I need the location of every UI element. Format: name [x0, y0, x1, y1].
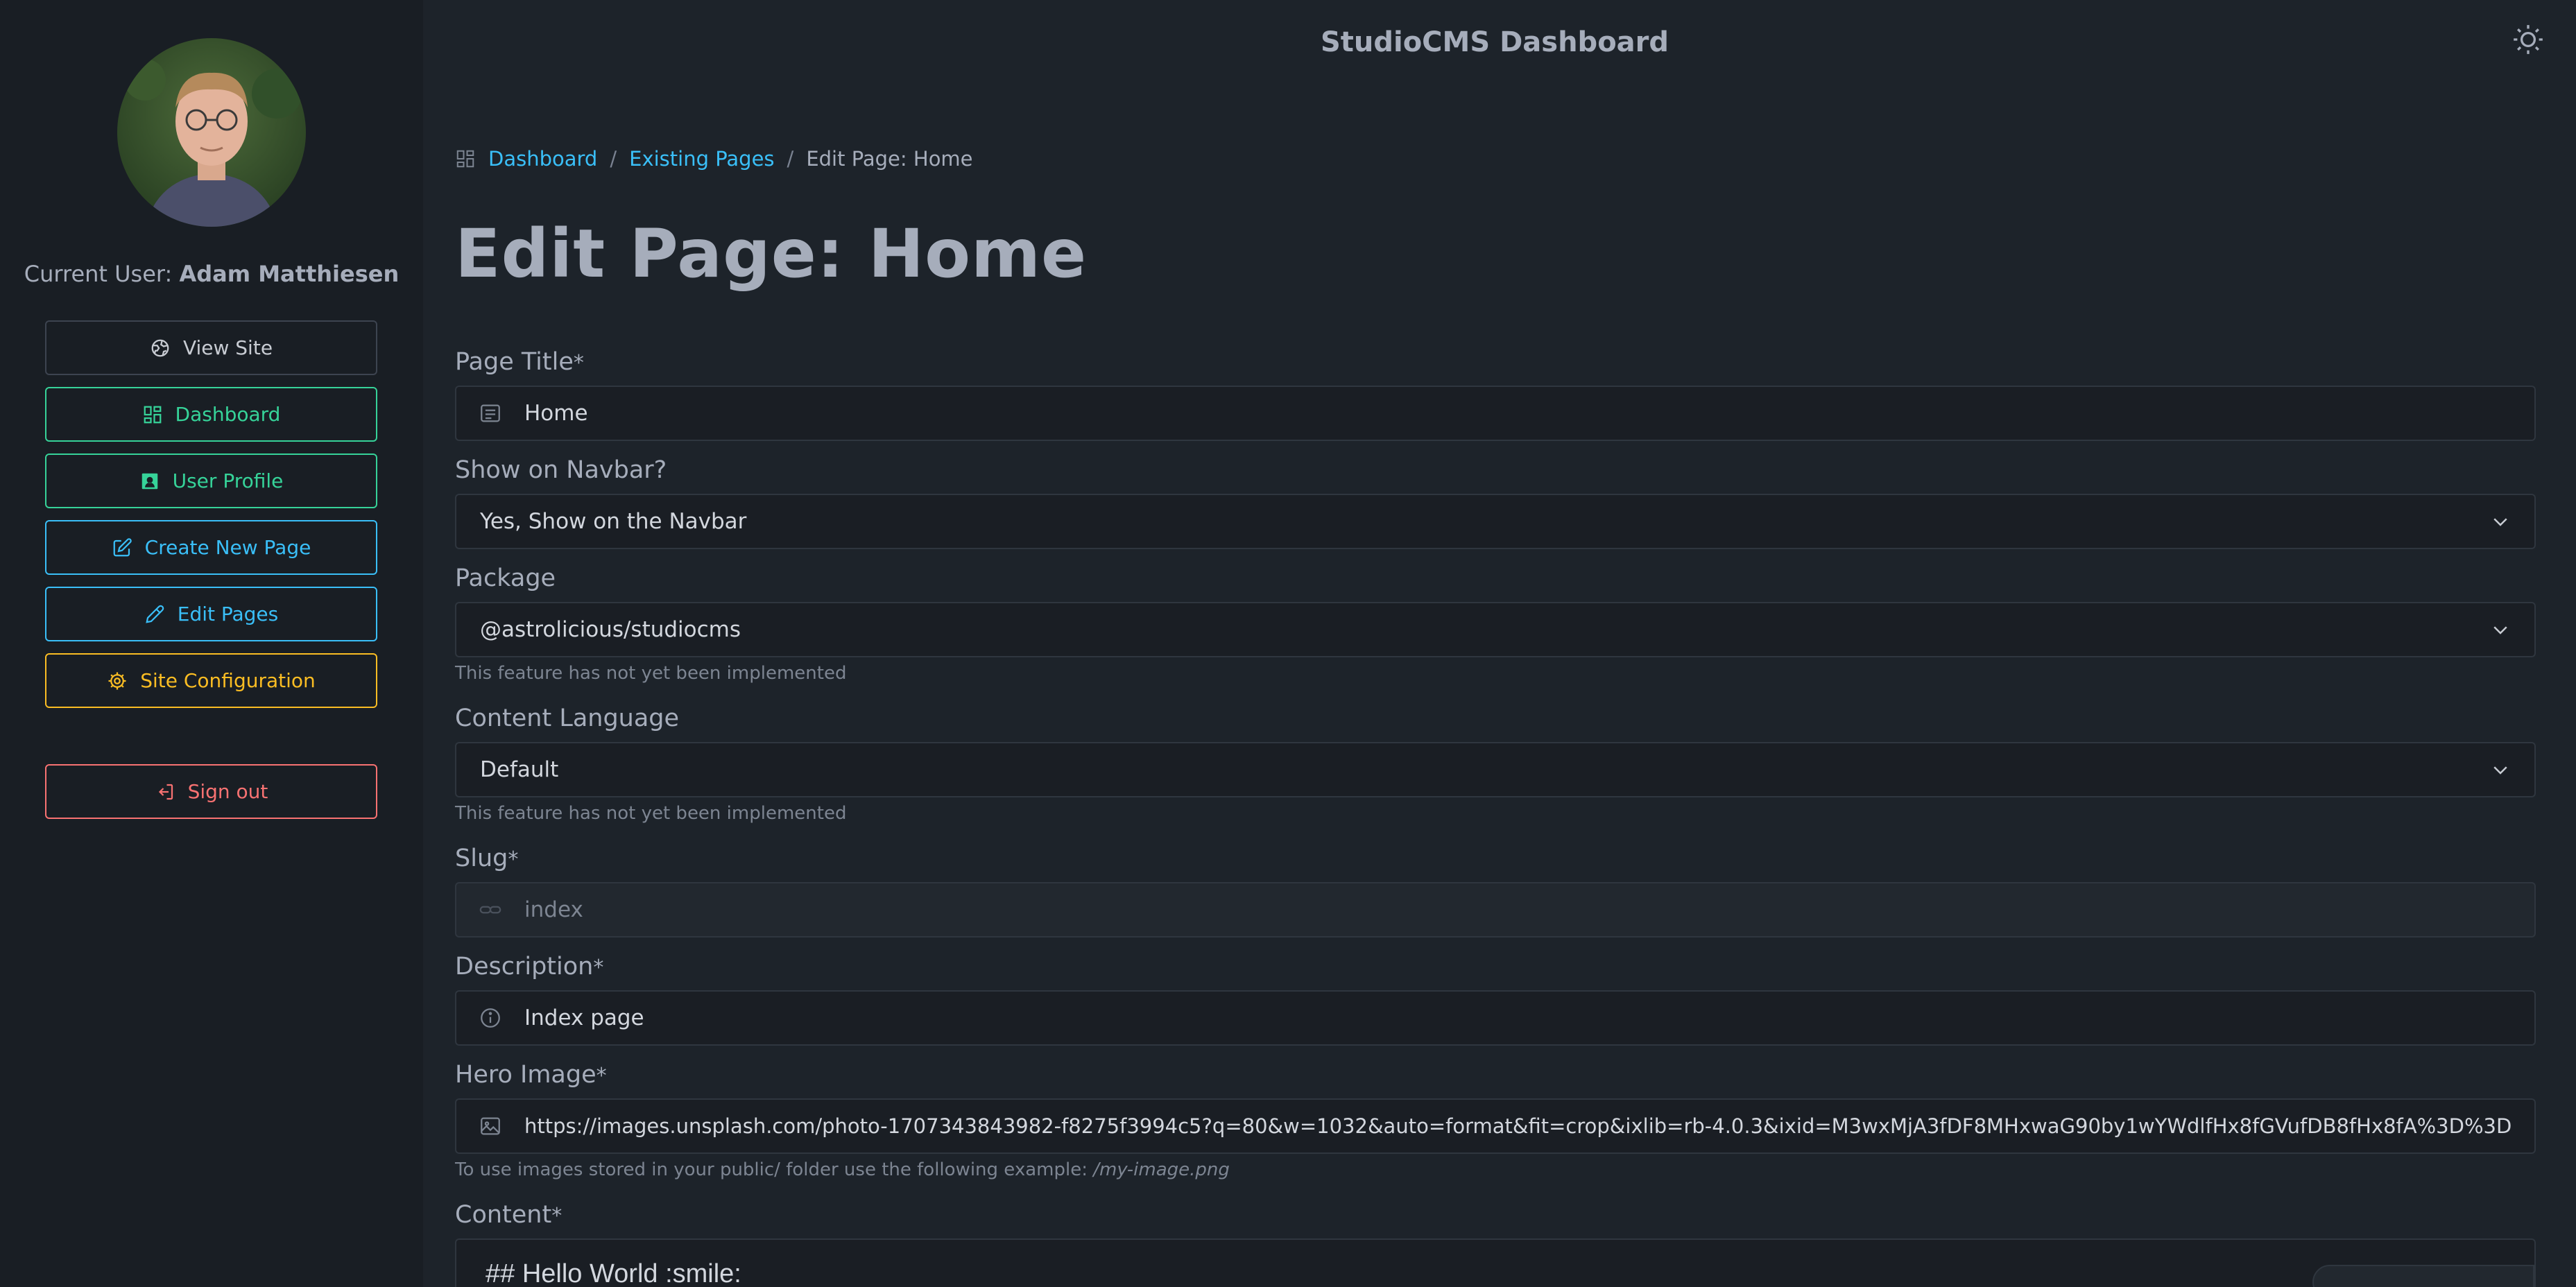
gear-icon [108, 672, 126, 689]
slug-label: Slug* [455, 845, 518, 872]
sign-out-button[interactable]: Sign out [45, 764, 377, 819]
show-on-navbar-label: Show on Navbar? [455, 456, 667, 484]
description-value: Index page [524, 1005, 644, 1030]
required-marker: * [551, 1204, 563, 1228]
content-language-select[interactable]: Default [455, 742, 2536, 797]
view-site-button[interactable]: View Site [45, 320, 377, 375]
chevron-down-icon [2493, 766, 2507, 775]
slug-value: index [524, 897, 583, 922]
edit-pages-button[interactable]: Edit Pages [45, 587, 377, 641]
content-editor-text: ## Hello World :smile: [486, 1259, 741, 1287]
current-user-prefix: Current User: [24, 261, 173, 287]
create-new-page-button[interactable]: Create New Page [45, 520, 377, 575]
sign-out-label: Sign out [187, 780, 268, 803]
text-lines-icon [481, 404, 500, 422]
content-editor[interactable]: ## Hello World :smile: [455, 1238, 2536, 1287]
breadcrumb: Dashboard / Existing Pages / Edit Page: … [455, 147, 973, 171]
slug-input: index [455, 882, 2536, 938]
required-marker: * [508, 847, 519, 872]
chevron-down-icon [2493, 518, 2507, 526]
required-marker: * [593, 956, 604, 980]
content-label: Content* [455, 1201, 562, 1229]
hero-image-value: https://images.unsplash.com/photo-170734… [524, 1114, 2512, 1138]
editor-toolbar[interactable] [2312, 1265, 2534, 1287]
hero-image-label: Hero Image* [455, 1061, 607, 1089]
required-marker: * [573, 351, 584, 375]
app-title: StudioCMS Dashboard [1320, 26, 1669, 58]
slug-label-text: Slug [455, 845, 508, 872]
hero-image-hint-text: To use images stored in your public/ fol… [455, 1159, 1088, 1180]
content-language-label: Content Language [455, 705, 680, 732]
show-on-navbar-select[interactable]: Yes, Show on the Navbar [455, 494, 2536, 549]
current-user: Current User: Adam Matthiesen [0, 261, 423, 287]
breadcrumb-current: Edit Page: Home [806, 147, 973, 171]
globe-icon [151, 339, 169, 356]
package-label: Package [455, 564, 556, 592]
hero-image-label-text: Hero Image [455, 1061, 596, 1089]
site-configuration-button[interactable]: Site Configuration [45, 653, 377, 708]
page-title-input[interactable]: Home [455, 386, 2536, 441]
package-select[interactable]: @astrolicious/studiocms [455, 602, 2536, 657]
content-language-value: Default [480, 757, 559, 782]
pencil-square-icon [113, 537, 132, 556]
link-icon [479, 906, 501, 914]
info-icon [481, 1008, 500, 1028]
site-configuration-label: Site Configuration [140, 669, 316, 692]
user-profile-label: User Profile [172, 469, 284, 492]
required-marker: * [596, 1064, 607, 1088]
user-profile-button[interactable]: User Profile [45, 454, 377, 508]
user-square-icon [141, 473, 157, 489]
dashboard-label: Dashboard [175, 403, 281, 426]
content-language-hint: This feature has not yet been implemente… [455, 803, 847, 824]
chevron-down-icon [2493, 626, 2507, 634]
hero-image-hint: To use images stored in your public/ fol… [455, 1159, 1230, 1180]
view-site-label: View Site [182, 336, 273, 359]
description-label-text: Description [455, 953, 594, 981]
page-title: Edit Page: Home [455, 215, 1088, 293]
pencil-icon [146, 605, 164, 623]
current-user-name: Adam Matthiesen [179, 261, 400, 287]
dashboard-button[interactable]: Dashboard [45, 387, 377, 442]
package-hint: This feature has not yet been implemente… [455, 663, 847, 684]
show-on-navbar-value: Yes, Show on the Navbar [480, 509, 747, 534]
logout-icon [158, 784, 173, 800]
create-new-page-label: Create New Page [144, 536, 311, 559]
page-title-label: Page Title* [455, 348, 584, 376]
page-title-label-text: Page Title [455, 348, 574, 376]
hero-image-input[interactable]: https://images.unsplash.com/photo-170734… [455, 1098, 2536, 1154]
breadcrumb-separator: / [610, 147, 617, 171]
sun-icon[interactable] [2511, 22, 2545, 57]
package-value: @astrolicious/studiocms [480, 617, 741, 642]
main-content: StudioCMS Dashboard Dashboard / Existing… [423, 0, 2576, 1287]
breadcrumb-dashboard[interactable]: Dashboard [488, 147, 597, 171]
breadcrumb-separator: / [787, 147, 794, 171]
avatar [117, 38, 306, 227]
edit-pages-label: Edit Pages [177, 603, 279, 625]
image-icon [481, 1117, 500, 1135]
content-label-text: Content [455, 1201, 552, 1229]
hero-image-hint-example: /my-image.png [1093, 1159, 1230, 1180]
breadcrumb-existing-pages[interactable]: Existing Pages [629, 147, 774, 171]
dashboard-grid-icon [144, 406, 161, 423]
dashboard-grid-icon [456, 150, 474, 168]
app-root: Current User: Adam Matthiesen View Site … [0, 0, 2576, 1287]
page-title-value: Home [524, 401, 588, 426]
description-input[interactable]: Index page [455, 990, 2536, 1046]
sidebar: Current User: Adam Matthiesen View Site … [0, 0, 423, 1287]
description-label: Description* [455, 953, 603, 981]
